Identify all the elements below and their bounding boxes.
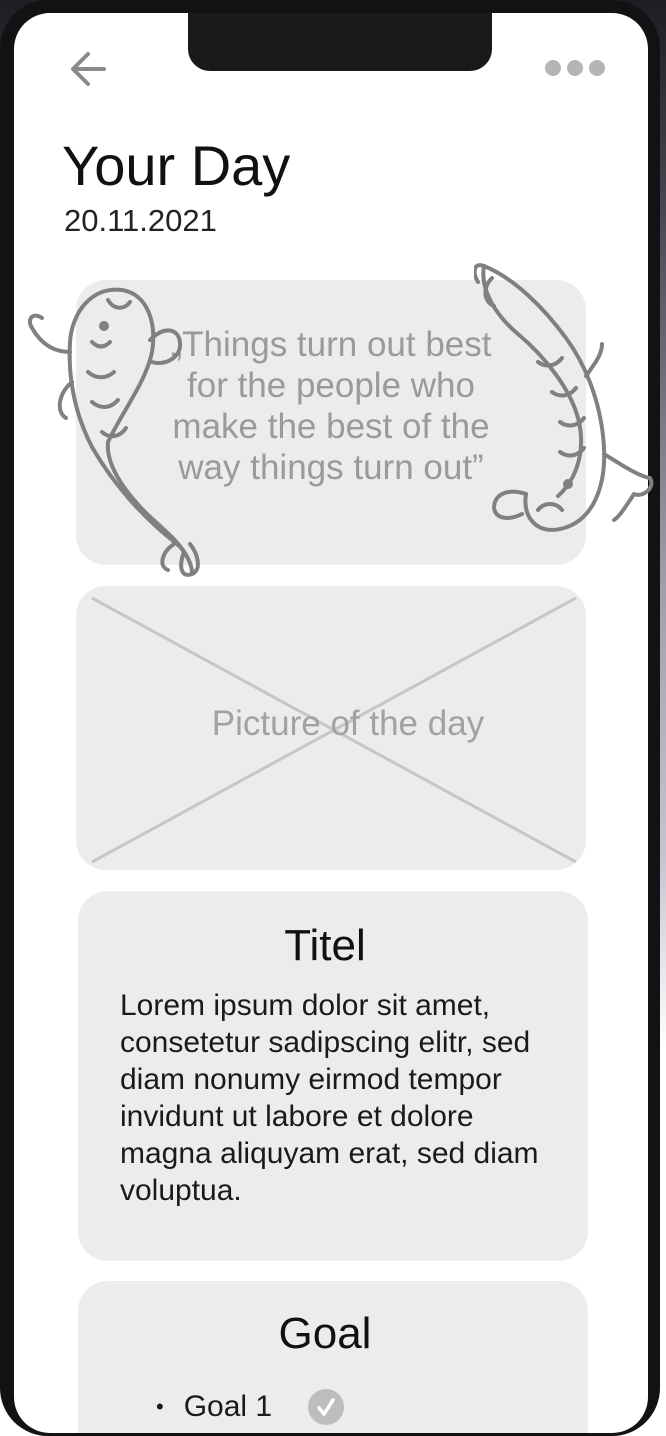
article-title: Titel <box>284 921 366 970</box>
article-body: Lorem ipsum dolor sit amet, consetetur s… <box>120 989 539 1207</box>
phone-notch <box>188 13 492 71</box>
app-screen: Your Day 20.11.2021 „Things turn out bes… <box>14 13 648 1433</box>
page-date: 20.11.2021 <box>64 203 217 238</box>
page-title: Your Day <box>62 134 291 197</box>
more-options-button[interactable] <box>542 57 610 79</box>
check-icon <box>317 1398 335 1416</box>
koi-fish-right-icon <box>474 263 654 532</box>
goal-checkbox[interactable] <box>308 1389 345 1425</box>
goal-item[interactable]: • Goal 1 <box>156 1389 345 1425</box>
goal-card: Goal • Goal 1 <box>78 1281 588 1433</box>
picture-label: Picture of the day <box>211 704 485 743</box>
koi-fish-left-icon <box>27 287 200 577</box>
picture-of-the-day[interactable]: Picture of the day <box>76 586 586 870</box>
phone-frame: Your Day 20.11.2021 „Things turn out bes… <box>0 0 666 1436</box>
bullet-icon: • <box>156 1394 164 1419</box>
arrow-left-icon <box>71 52 106 86</box>
more-horizontal-icon <box>545 60 605 76</box>
goal-title: Goal <box>278 1309 372 1358</box>
back-button[interactable] <box>66 49 110 89</box>
article-card: Titel Lorem ipsum dolor sit amet, conset… <box>78 891 588 1261</box>
goal-label: Goal 1 <box>183 1390 273 1423</box>
